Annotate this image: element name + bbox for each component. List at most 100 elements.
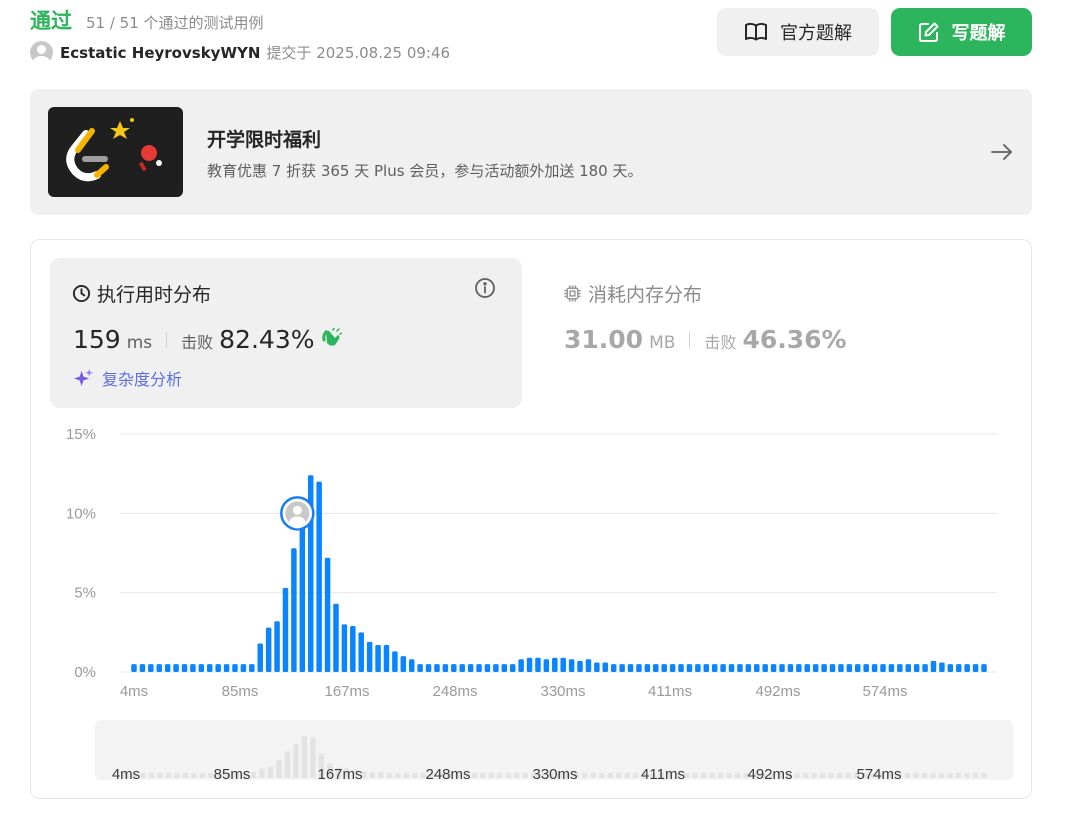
histogram-bar[interactable] bbox=[198, 664, 205, 672]
histogram-bar[interactable] bbox=[366, 641, 373, 672]
official-solution-button[interactable]: 官方题解 bbox=[717, 8, 879, 56]
histogram-bar[interactable] bbox=[619, 664, 625, 672]
histogram-bar[interactable] bbox=[678, 664, 684, 672]
histogram-bar[interactable] bbox=[206, 664, 213, 672]
histogram-bar[interactable] bbox=[501, 664, 508, 672]
info-icon[interactable] bbox=[474, 277, 496, 303]
histogram-bar[interactable] bbox=[299, 513, 306, 672]
histogram-bar[interactable] bbox=[282, 587, 289, 672]
histogram-bar[interactable] bbox=[939, 662, 945, 672]
histogram-bar[interactable] bbox=[560, 657, 566, 672]
histogram-bar[interactable] bbox=[863, 664, 869, 672]
histogram-bar[interactable] bbox=[796, 664, 802, 672]
histogram-bar[interactable] bbox=[249, 664, 255, 672]
histogram-bar[interactable] bbox=[459, 664, 465, 672]
histogram-bar[interactable] bbox=[442, 664, 449, 672]
histogram-bar[interactable] bbox=[610, 664, 617, 672]
runtime-distribution-chart[interactable]: 0% 5% 10% 15% 4ms 85ms 167ms 248ms 330ms 411ms 492… bbox=[50, 425, 1005, 710]
histogram-bar[interactable] bbox=[350, 625, 356, 672]
histogram-bar[interactable] bbox=[829, 664, 836, 672]
user-name[interactable]: Ecstatic HeyrovskyWYN bbox=[60, 44, 260, 62]
histogram-bar[interactable] bbox=[476, 664, 482, 672]
histogram-bar[interactable] bbox=[375, 645, 381, 672]
histogram-bar[interactable] bbox=[341, 624, 348, 672]
histogram-bar[interactable] bbox=[223, 664, 230, 672]
histogram-bar[interactable] bbox=[232, 664, 238, 672]
histogram-bar[interactable] bbox=[737, 664, 743, 672]
histogram-bar[interactable] bbox=[181, 664, 188, 672]
histogram-bar[interactable] bbox=[148, 664, 154, 672]
histogram-bar[interactable] bbox=[846, 664, 853, 672]
histogram-bar[interactable] bbox=[644, 664, 651, 672]
complexity-analysis-link[interactable]: 复杂度分析 bbox=[73, 366, 182, 390]
histogram-bar[interactable] bbox=[291, 548, 297, 672]
histogram-bar[interactable] bbox=[787, 664, 794, 672]
histogram-bar[interactable] bbox=[467, 664, 474, 672]
histogram-bar[interactable] bbox=[754, 664, 760, 672]
promo-banner[interactable]: 开学限时福利 教育优惠 7 折获 365 天 Plus 会员，参与活动额外加送 … bbox=[30, 89, 1032, 215]
histogram-bar[interactable] bbox=[972, 664, 979, 672]
histogram-bar[interactable] bbox=[274, 621, 280, 672]
runtime-panel[interactable]: 执行用时分布 159 ms 击败 82.43% 复杂度分析 bbox=[50, 258, 522, 408]
histogram-bar[interactable] bbox=[358, 632, 364, 672]
histogram-bar[interactable] bbox=[636, 664, 642, 672]
histogram-bar[interactable] bbox=[956, 664, 962, 672]
histogram-bar[interactable] bbox=[661, 664, 667, 672]
histogram-bar[interactable] bbox=[509, 664, 516, 672]
histogram-bar[interactable] bbox=[139, 664, 146, 672]
histogram-bar[interactable] bbox=[913, 664, 920, 672]
histogram-bar[interactable] bbox=[905, 664, 912, 672]
histogram-bar[interactable] bbox=[493, 664, 499, 672]
histogram-bar[interactable] bbox=[400, 656, 407, 672]
histogram-bar[interactable] bbox=[156, 664, 162, 672]
histogram-bar[interactable] bbox=[257, 643, 263, 672]
histogram-bar[interactable] bbox=[762, 664, 768, 672]
histogram-bar[interactable] bbox=[871, 664, 878, 672]
histogram-bar[interactable] bbox=[602, 662, 609, 672]
histogram-bar[interactable] bbox=[173, 664, 179, 672]
histogram-bar[interactable] bbox=[703, 664, 710, 672]
histogram-bar[interactable] bbox=[720, 664, 726, 672]
histogram-bar[interactable] bbox=[947, 664, 954, 672]
histogram-bar[interactable] bbox=[653, 664, 659, 672]
histogram-bar[interactable] bbox=[855, 664, 861, 672]
histogram-bar[interactable] bbox=[451, 664, 457, 672]
histogram-bar[interactable] bbox=[518, 659, 524, 672]
histogram-bar[interactable] bbox=[770, 664, 777, 672]
histogram-bar[interactable] bbox=[434, 664, 440, 672]
histogram-bar[interactable] bbox=[728, 664, 735, 672]
histogram-bar[interactable] bbox=[812, 664, 819, 672]
histogram-bar[interactable] bbox=[526, 657, 533, 672]
histogram-bar[interactable] bbox=[897, 664, 903, 672]
histogram-bar[interactable] bbox=[543, 659, 550, 672]
histogram-bar[interactable] bbox=[585, 659, 592, 672]
histogram-bar[interactable] bbox=[838, 664, 844, 672]
histogram-bar[interactable] bbox=[215, 664, 221, 672]
histogram-bar[interactable] bbox=[964, 664, 970, 672]
histogram-bar[interactable] bbox=[880, 664, 886, 672]
chart-range-overview[interactable]: 4ms 85ms 167ms 248ms 330ms 411ms 492ms 574ms bbox=[95, 720, 1013, 780]
histogram-bar[interactable] bbox=[164, 664, 171, 672]
histogram-bar[interactable] bbox=[779, 664, 785, 672]
histogram-bar[interactable] bbox=[552, 657, 558, 672]
user-avatar[interactable] bbox=[30, 41, 53, 64]
histogram-bar[interactable] bbox=[711, 664, 718, 672]
histogram-bar[interactable] bbox=[922, 664, 928, 672]
histogram-bar[interactable] bbox=[383, 645, 390, 672]
histogram-bar[interactable] bbox=[594, 662, 600, 672]
histogram-bar[interactable] bbox=[745, 664, 752, 672]
histogram-bar[interactable] bbox=[627, 664, 634, 672]
write-solution-button[interactable]: 写题解 bbox=[891, 8, 1032, 56]
histogram-bar[interactable] bbox=[930, 660, 937, 672]
histogram-bar[interactable] bbox=[686, 664, 693, 672]
histogram-bar[interactable] bbox=[535, 657, 541, 672]
histogram-bar[interactable] bbox=[408, 659, 415, 672]
histogram-bar[interactable] bbox=[888, 664, 895, 672]
histogram-bar[interactable] bbox=[240, 664, 247, 672]
histogram-bar[interactable] bbox=[324, 557, 331, 672]
histogram-bar[interactable] bbox=[695, 664, 701, 672]
histogram-bar[interactable] bbox=[392, 651, 398, 672]
memory-panel[interactable]: 消耗内存分布 31.00 MB 击败 46.36% bbox=[543, 258, 1013, 408]
histogram-bar[interactable] bbox=[669, 664, 676, 672]
histogram-bar[interactable] bbox=[131, 664, 137, 672]
